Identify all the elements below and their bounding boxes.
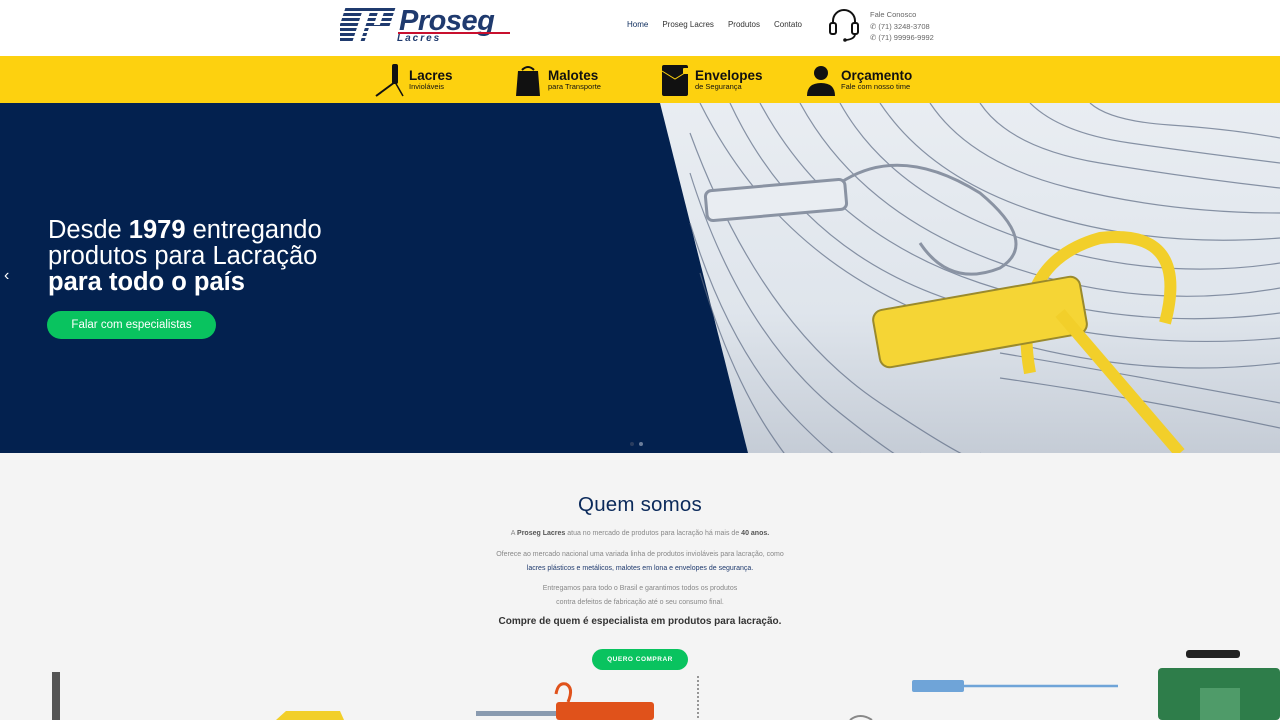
about-p3-line-1: Entregamos para todo o Brasil e garantim… xyxy=(542,585,738,592)
about-paragraph-2: Oferece ao mercado nacional uma variada … xyxy=(0,548,1280,576)
category-orcamento[interactable]: Orçamento Fale com nosso time xyxy=(805,61,912,99)
category-title: Envelopes xyxy=(695,68,763,83)
category-lacres[interactable]: Lacres Invioláveis xyxy=(373,61,453,99)
slider-dot-1[interactable] xyxy=(630,442,634,446)
slider-dots xyxy=(630,442,643,446)
category-title: Orçamento xyxy=(841,68,913,83)
category-bar: Lacres Invioláveis Malotes para Transpor… xyxy=(0,56,1280,103)
hero-slider: ‹ Desde 1979 entregando produtos para La… xyxy=(0,103,1280,453)
slider-dot-2[interactable] xyxy=(639,442,643,446)
product-cable-seal[interactable] xyxy=(849,715,873,720)
hero-line-3-bold: para todo o país xyxy=(48,268,245,296)
category-title: Malotes xyxy=(548,68,599,83)
contact-block: Fale Conosco ✆ (71) 3248-3708 ✆ (71) 999… xyxy=(828,7,968,47)
about-title: Quem somos xyxy=(578,493,702,516)
hero-line-1-post: entregando xyxy=(185,216,322,244)
product-orange-seal[interactable] xyxy=(476,682,654,720)
phone-number: (71) 3248-3708 xyxy=(878,21,930,31)
contact-phone[interactable]: ✆ (71) 3248-3708 xyxy=(870,21,934,33)
top-bar: Proseg Lacres Home Proseg Lacres Produto… xyxy=(0,0,1280,56)
category-subtitle: para Transporte xyxy=(548,82,601,91)
about-p1-mid: atua no mercado de produtos para lacraçã… xyxy=(565,530,742,537)
nav-proseg-lacres[interactable]: Proseg Lacres xyxy=(662,20,714,29)
envelope-icon xyxy=(661,65,689,96)
about-p3-line-2: contra defeitos de fabricação até o seu … xyxy=(556,599,724,606)
hero-title: Desde 1979 entregando produtos para Lacr… xyxy=(48,217,468,295)
product-blue-tag-seal[interactable] xyxy=(912,680,1118,692)
bag-icon xyxy=(516,66,540,96)
hero-line-3: para todo o país xyxy=(48,269,468,295)
product-metal-rod[interactable] xyxy=(52,672,60,720)
hero-line-1-pre: Desde xyxy=(48,216,129,244)
about-p1-brand: Proseg Lacres xyxy=(517,530,566,537)
headset-icon xyxy=(829,9,859,42)
about-paragraph-1: A Proseg Lacres atua no mercado de produ… xyxy=(0,527,1280,541)
logo-mark-icon xyxy=(340,8,396,41)
person-icon xyxy=(807,66,835,96)
nav-contato[interactable]: Contato xyxy=(774,20,802,29)
nav-home[interactable]: Home xyxy=(627,20,648,29)
contact-heading: Fale Conosco xyxy=(870,10,917,19)
about-highlight: Compre de quem é especialista em produto… xyxy=(498,616,782,627)
main-nav: Home Proseg Lacres Produtos Contato xyxy=(627,20,802,29)
product-green-pouch[interactable] xyxy=(1158,650,1280,720)
about-paragraph-3: Entregamos para todo o Brasil e garantim… xyxy=(0,582,1280,610)
hero-line-2: produtos para Lacração xyxy=(48,242,318,270)
category-envelopes[interactable]: Envelopes de Segurança xyxy=(659,61,763,99)
chevron-left-icon[interactable]: ‹ xyxy=(4,267,18,287)
about-p2-line-1: Oferece ao mercado nacional uma variada … xyxy=(496,551,784,558)
category-subtitle: de Segurança xyxy=(695,82,742,91)
nav-produtos[interactable]: Produtos xyxy=(728,20,760,29)
category-malotes[interactable]: Malotes para Transporte xyxy=(512,61,601,99)
contact-lines: Fale Conosco ✆ (71) 3248-3708 ✆ (71) 999… xyxy=(870,9,934,44)
brand-subtitle: Lacres xyxy=(397,33,442,44)
product-strip xyxy=(52,650,1280,720)
hero-line-1: Desde 1979 entregando xyxy=(48,217,468,243)
about-p1-years: 40 anos. xyxy=(741,530,770,537)
about-p2-line-2: lacres plásticos e metálicos, malotes em… xyxy=(526,565,754,572)
category-subtitle: Fale com nosso time xyxy=(841,82,911,91)
category-subtitle: Invioláveis xyxy=(409,82,445,91)
whatsapp-number: (71) 99996-9992 xyxy=(878,33,934,42)
hero-year: 1979 xyxy=(128,216,186,244)
brand-logo[interactable]: Proseg Lacres xyxy=(340,5,520,45)
category-title: Lacres xyxy=(409,68,453,83)
contact-whatsapp[interactable]: ✆ (71) 99996-9992 xyxy=(870,32,934,44)
talk-to-specialists-button[interactable]: Falar com especialistas xyxy=(47,311,216,339)
seal-icon xyxy=(375,64,404,97)
product-yellow-seal[interactable] xyxy=(276,711,344,720)
